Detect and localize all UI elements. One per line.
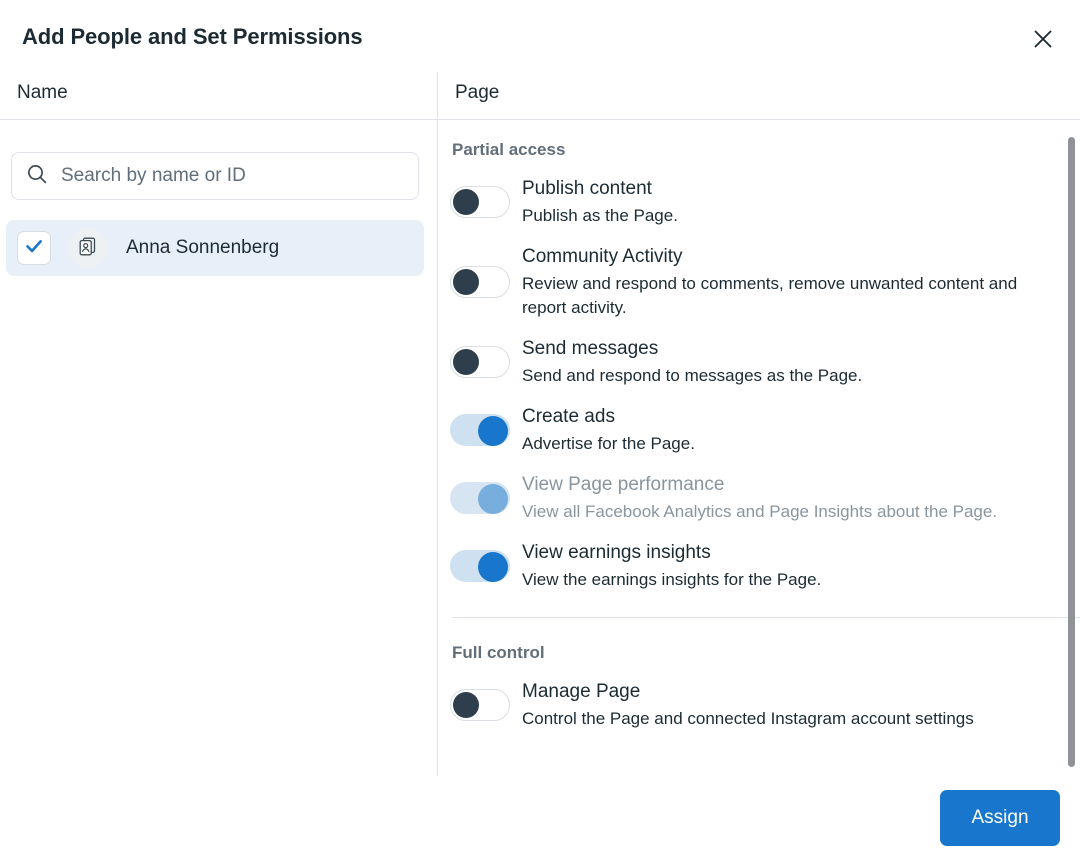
permission-label: Community Activity: [522, 246, 682, 267]
permissions-scrollbar[interactable]: [1068, 132, 1076, 772]
partial-access-list: Publish content Publish as the Page. Com…: [438, 176, 1080, 592]
person-name: Anna Sonnenberg: [126, 237, 279, 259]
permission-description: View the earnings insights for the Page.: [522, 568, 1062, 592]
scrollbar-thumb[interactable]: [1068, 137, 1075, 767]
permission-row-view-earnings-insights[interactable]: View earnings insights View the earnings…: [438, 540, 1080, 592]
dialog-header: Add People and Set Permissions: [0, 0, 1080, 72]
permission-row-publish-content[interactable]: Publish content Publish as the Page.: [438, 176, 1080, 228]
group-heading-partial-access: Partial access: [452, 140, 1080, 160]
toggle-send-messages[interactable]: [450, 346, 510, 378]
person-list-item[interactable]: Anna Sonnenberg: [6, 220, 424, 276]
permission-description: View all Facebook Analytics and Page Ins…: [522, 500, 1062, 524]
permission-row-send-messages[interactable]: Send messages Send and respond to messag…: [438, 336, 1080, 388]
check-icon: [23, 235, 45, 262]
permission-description: Advertise for the Page.: [522, 432, 1062, 456]
close-icon: [1032, 28, 1054, 50]
permission-description: Send and respond to messages as the Page…: [522, 364, 1062, 388]
contact-card-icon: [76, 234, 100, 263]
permission-label: View Page performance: [522, 474, 724, 495]
permission-row-manage-page[interactable]: Manage Page Control the Page and connect…: [438, 679, 1080, 731]
dialog-footer: Assign: [0, 776, 1080, 863]
permission-row-view-page-performance: View Page performance View all Facebook …: [438, 472, 1080, 524]
assign-button[interactable]: Assign: [940, 790, 1060, 846]
dialog-title: Add People and Set Permissions: [22, 24, 363, 50]
add-people-permissions-dialog: Add People and Set Permissions Name Page: [0, 0, 1080, 863]
permission-label: Manage Page: [522, 681, 640, 702]
column-headers: Name Page: [0, 72, 1080, 119]
group-heading-full-control: Full control: [452, 643, 1080, 663]
search-icon: [26, 163, 48, 190]
close-button[interactable]: [1026, 22, 1060, 56]
people-panel: Anna Sonnenberg: [0, 120, 437, 776]
permission-row-community-activity[interactable]: Community Activity Review and respond to…: [438, 244, 1080, 320]
toggle-publish-content[interactable]: [450, 186, 510, 218]
column-header-page: Page: [455, 82, 499, 104]
toggle-view-earnings-insights[interactable]: [450, 550, 510, 582]
permission-label: Create ads: [522, 406, 615, 427]
permission-description: Publish as the Page.: [522, 204, 1062, 228]
permission-description: Control the Page and connected Instagram…: [522, 707, 1062, 731]
avatar: [68, 228, 108, 268]
toggle-view-page-performance: [450, 482, 510, 514]
search-field[interactable]: [11, 152, 419, 200]
permission-row-create-ads[interactable]: Create ads Advertise for the Page.: [438, 404, 1080, 456]
full-control-list: Manage Page Control the Page and connect…: [438, 679, 1080, 731]
permission-label: Publish content: [522, 178, 652, 199]
toggle-community-activity[interactable]: [450, 266, 510, 298]
permission-description: Review and respond to comments, remove u…: [522, 272, 1062, 320]
toggle-create-ads[interactable]: [450, 414, 510, 446]
search-input[interactable]: [61, 165, 404, 187]
permission-label: View earnings insights: [522, 542, 711, 563]
section-divider: [452, 617, 1080, 618]
person-checkbox[interactable]: [17, 231, 51, 265]
permissions-panel[interactable]: Partial access Publish content Publish a…: [438, 120, 1080, 776]
toggle-manage-page[interactable]: [450, 689, 510, 721]
permission-label: Send messages: [522, 338, 658, 359]
column-header-name: Name: [17, 82, 68, 104]
